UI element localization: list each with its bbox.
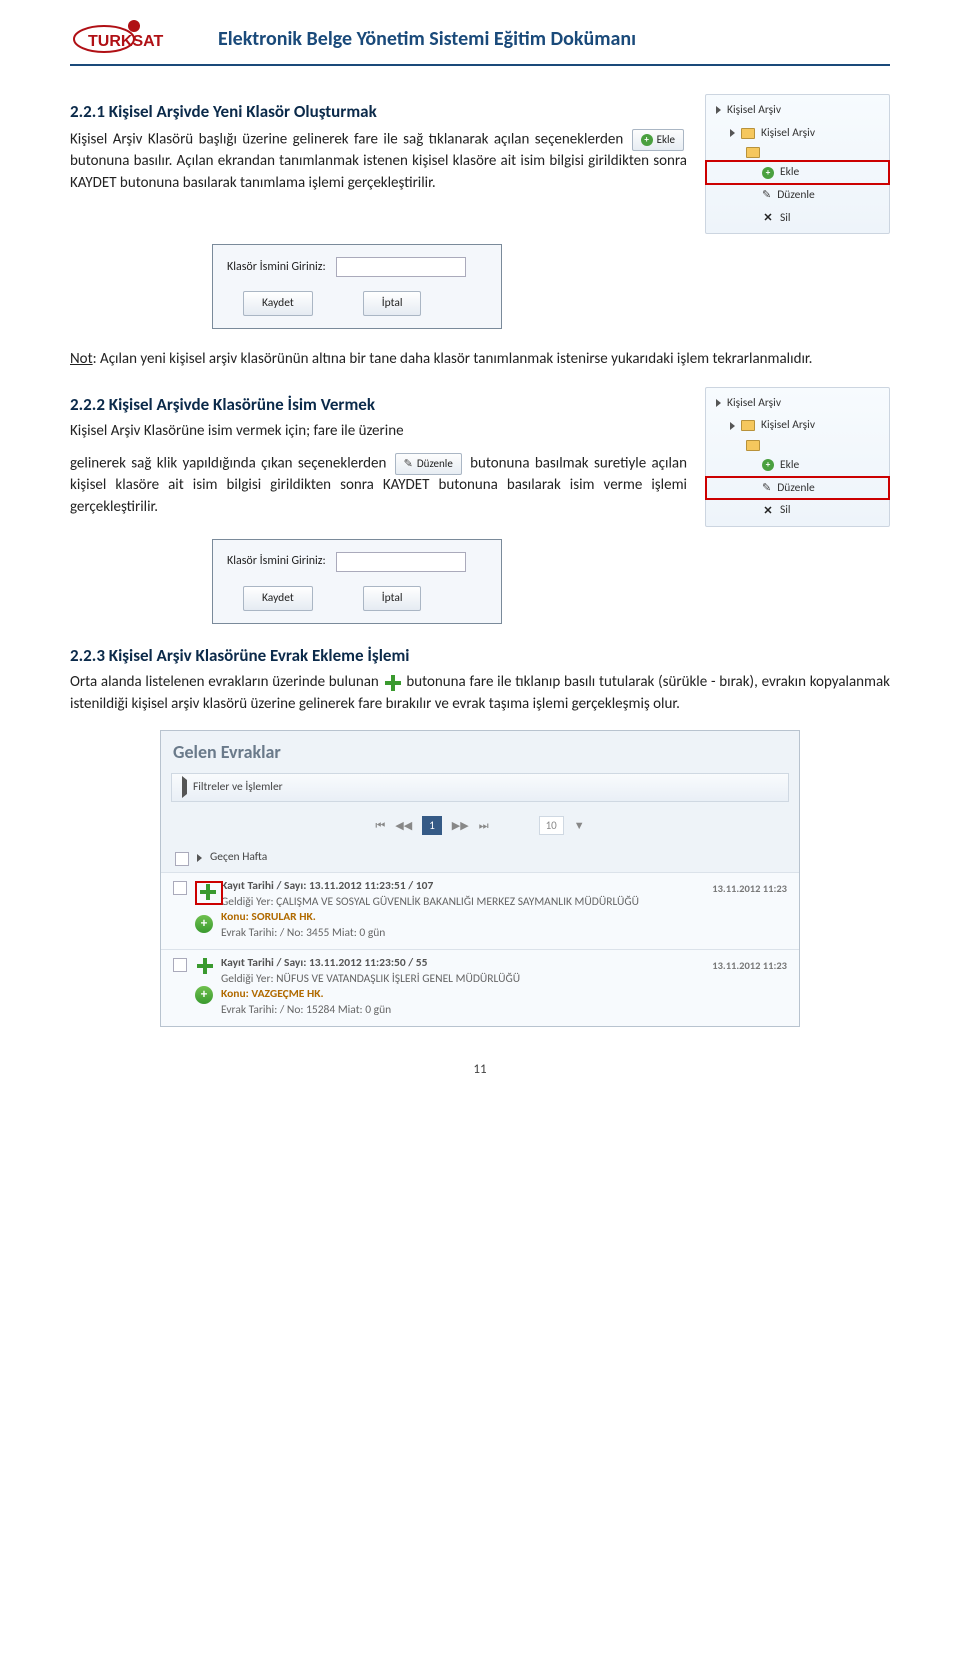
- evrak-row[interactable]: + Kayıt Tarihi / Sayı: 13.11.2012 11:23:…: [161, 872, 799, 949]
- menu-duzenle[interactable]: ✎Düzenle: [706, 477, 889, 500]
- ekle-button-inline[interactable]: + Ekle: [632, 129, 684, 151]
- dialog-label: Klasör İsmini Giriniz:: [227, 553, 326, 570]
- pager-next[interactable]: ▶▶: [452, 818, 469, 834]
- pager-prev[interactable]: ◀◀: [395, 818, 412, 834]
- gelen-evraklar-panel: Gelen Evraklar Filtreler ve İşlemler ⏮ ◀…: [160, 730, 800, 1028]
- pager-last[interactable]: ⏭: [479, 818, 489, 834]
- folder-name-input[interactable]: [336, 552, 466, 572]
- menu-kisisel-arsiv-child[interactable]: Kişisel Arşiv: [706, 414, 889, 437]
- folder-name-dialog-1: Klasör İsmini Giriniz: Kaydet İptal: [212, 244, 502, 329]
- menu-kisisel-arsiv[interactable]: Kişisel Arşiv: [706, 99, 889, 122]
- menu-duzenle[interactable]: ✎Düzenle: [706, 184, 889, 207]
- checkbox[interactable]: [175, 852, 189, 866]
- drag-handle[interactable]: +: [195, 881, 213, 933]
- drag-cross-icon: [197, 958, 215, 976]
- drag-handle[interactable]: +: [195, 958, 213, 1004]
- week-group[interactable]: Geçen Hafta: [161, 843, 799, 872]
- x-icon: ✕: [762, 210, 774, 226]
- pager: ⏮ ◀◀ 1 ▶▶ ⏭ 10 ▼: [161, 808, 799, 844]
- menu-sil[interactable]: ✕Sil: [706, 207, 889, 230]
- menu-ekle[interactable]: +Ekle: [706, 161, 889, 184]
- page-size[interactable]: 10: [539, 816, 564, 836]
- evrak-body: Kayıt Tarihi / Sayı: 13.11.2012 11:23:50…: [221, 956, 704, 1018]
- checkbox[interactable]: [173, 958, 187, 972]
- para-222-1: Kişisel Arşiv Klasörüne isim vermek için…: [70, 421, 687, 443]
- menu-kisisel-arsiv[interactable]: Kişisel Arşiv: [706, 392, 889, 415]
- collapse-icon: [197, 854, 202, 862]
- turksat-logo: TURKSAT: [70, 18, 200, 60]
- menu-ekle[interactable]: +Ekle: [706, 454, 889, 477]
- dropdown-icon[interactable]: ▼: [574, 818, 585, 834]
- add-icon[interactable]: +: [195, 986, 213, 1004]
- pager-page-1[interactable]: 1: [422, 816, 442, 836]
- heading-223: 2.2.3 Kişisel Arşiv Klasörüne Evrak Ekle…: [70, 644, 890, 669]
- save-button[interactable]: Kaydet: [243, 586, 313, 611]
- page-number: 11: [70, 1061, 890, 1080]
- para-222-2: gelinerek sağ klik yapıldığında çıkan se…: [70, 453, 687, 519]
- collapse-icon: [716, 106, 721, 114]
- filter-bar[interactable]: Filtreler ve İşlemler: [171, 773, 789, 802]
- plus-icon: +: [762, 167, 774, 179]
- gelen-title: Gelen Evraklar: [161, 731, 799, 767]
- plus-icon: +: [762, 459, 774, 471]
- drag-cross-icon: [385, 675, 401, 691]
- pager-first[interactable]: ⏮: [375, 818, 385, 834]
- folder-name-dialog-2: Klasör İsmini Giriniz: Kaydet İptal: [212, 539, 502, 624]
- evrak-timestamp: 13.11.2012 11:23: [712, 879, 787, 896]
- x-icon: ✕: [762, 503, 774, 519]
- context-menu-1: Kişisel Arşiv Kişisel Arşiv +Ekle ✎Düzen…: [705, 94, 890, 234]
- plus-icon: +: [641, 134, 653, 146]
- document-title: Elektronik Belge Yönetim Sistemi Eğitim …: [218, 25, 636, 54]
- folder-icon: [741, 420, 755, 431]
- folder-icon: [746, 147, 760, 158]
- note-221: Not: Açılan yeni kişisel arşiv klasörünü…: [70, 349, 890, 371]
- para-223: Orta alanda listelenen evrakların üzerin…: [70, 672, 890, 716]
- expand-icon: [182, 776, 187, 798]
- para-221: Kişisel Arşiv Klasörü başlığı üzerine ge…: [70, 129, 687, 195]
- pencil-icon: ✎: [762, 187, 771, 203]
- folder-name-input[interactable]: [336, 257, 466, 277]
- heading-222: 2.2.2 Kişisel Arşivde Klasörüne İsim Ver…: [70, 393, 687, 418]
- pencil-icon: ✎: [404, 456, 413, 472]
- context-menu-2: Kişisel Arşiv Kişisel Arşiv +Ekle ✎Düzen…: [705, 387, 890, 527]
- checkbox[interactable]: [173, 881, 187, 895]
- folder-icon: [746, 440, 760, 451]
- svg-text:TURKSAT: TURKSAT: [88, 33, 163, 50]
- drag-cross-icon: [200, 884, 218, 902]
- dialog-label: Klasör İsmini Giriniz:: [227, 259, 326, 276]
- menu-kisisel-arsiv-child[interactable]: Kişisel Arşiv: [706, 122, 889, 145]
- collapse-icon: [730, 422, 735, 430]
- pencil-icon: ✎: [762, 480, 771, 496]
- cancel-button[interactable]: İptal: [363, 586, 422, 611]
- folder-icon: [741, 128, 755, 139]
- duzenle-button-inline[interactable]: ✎ Düzenle: [395, 453, 462, 475]
- document-header: TURKSAT Elektronik Belge Yönetim Sistemi…: [70, 18, 890, 66]
- evrak-body: Kayıt Tarihi / Sayı: 13.11.2012 11:23:51…: [221, 879, 704, 941]
- evrak-row[interactable]: + Kayıt Tarihi / Sayı: 13.11.2012 11:23:…: [161, 949, 799, 1026]
- evrak-timestamp: 13.11.2012 11:23: [712, 956, 787, 973]
- collapse-icon: [730, 129, 735, 137]
- collapse-icon: [716, 399, 721, 407]
- menu-sil[interactable]: ✕Sil: [706, 499, 889, 522]
- heading-221: 2.2.1 Kişisel Arşivde Yeni Klasör Oluştu…: [70, 100, 687, 125]
- save-button[interactable]: Kaydet: [243, 291, 313, 316]
- cancel-button[interactable]: İptal: [363, 291, 422, 316]
- add-icon[interactable]: +: [195, 915, 213, 933]
